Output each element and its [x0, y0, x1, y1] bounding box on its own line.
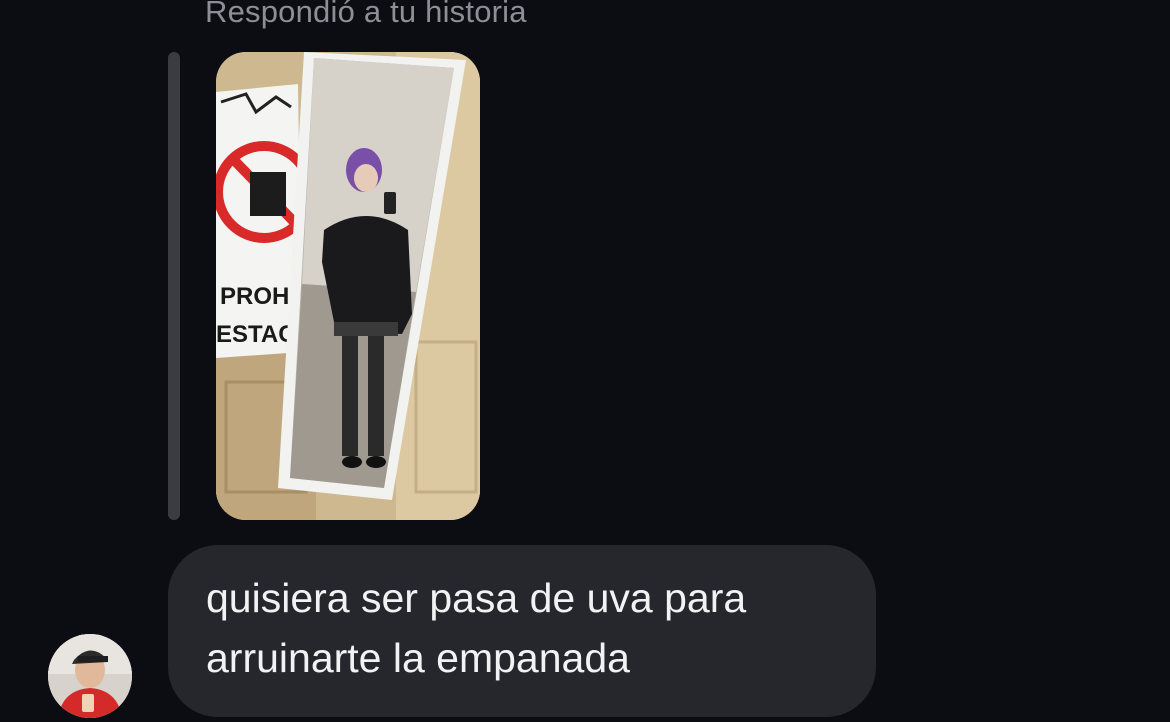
story-image: PROHI ESTAC: [216, 52, 480, 520]
story-reply-caption: Respondió a tu historia: [205, 0, 527, 29]
dm-thread: Respondió a tu historia PROHI ESTAC quis…: [0, 0, 1170, 722]
message-text-line-1: quisiera ser pasa de uva para: [206, 575, 747, 621]
reply-indicator-bar: [168, 52, 180, 520]
sign-text-1: PROHI: [220, 283, 296, 310]
avatar-image: [48, 634, 132, 718]
sign-text-2: ESTAC: [216, 321, 296, 348]
message-text-line-2: arruinarte la empanada: [206, 635, 630, 681]
story-thumbnail[interactable]: PROHI ESTAC: [216, 52, 480, 520]
sender-avatar[interactable]: [48, 634, 132, 718]
message-bubble[interactable]: quisiera ser pasa de uva para arruinarte…: [168, 545, 876, 717]
